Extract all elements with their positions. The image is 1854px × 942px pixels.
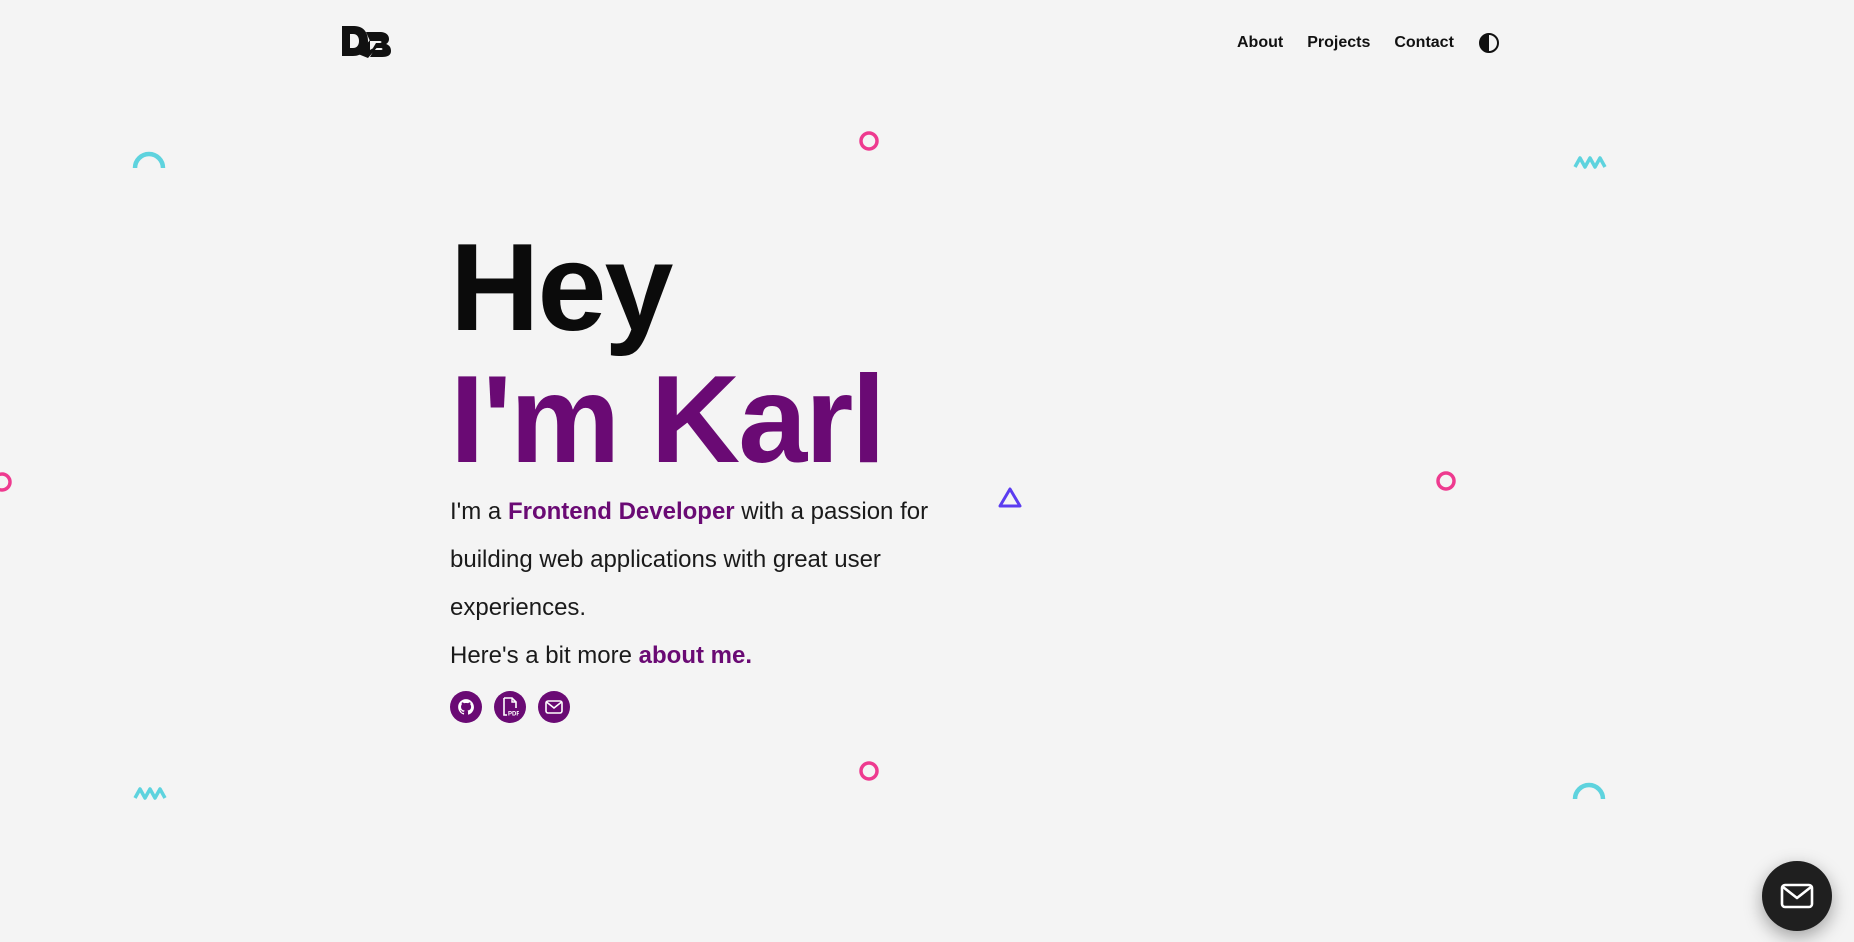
more-prefix: Here's a bit more [450,642,639,669]
resume-pdf-button[interactable]: PDF [494,691,526,723]
pink-ring-icon [1436,471,1456,491]
intro-prefix: I'm a [450,498,508,525]
github-button[interactable] [450,691,482,723]
github-icon [458,699,474,715]
hero-section: Hey I'm Karl I'm a Frontend Developer wi… [450,222,970,723]
hero-greeting: Hey [450,219,673,357]
hero-intro: I'm a Frontend Developer with a passion … [450,488,950,632]
mail-icon [545,700,563,714]
cyan-arc-icon [132,151,166,169]
blue-triangle-icon [998,487,1022,508]
cyan-arc-icon [1572,782,1606,800]
nav-about[interactable]: About [1237,33,1283,53]
pdf-icon: PDF [503,697,519,718]
nav-contact[interactable]: Contact [1394,33,1454,53]
social-links: PDF [450,691,970,723]
floating-contact-button[interactable] [1762,861,1832,931]
site-logo[interactable] [340,24,392,58]
theme-toggle-icon[interactable] [1478,32,1500,54]
email-button[interactable] [538,691,570,723]
cyan-zigzag-icon [133,787,167,800]
mail-icon [1780,883,1814,909]
intro-highlight: Frontend Developer [507,498,735,525]
pink-ring-icon [859,131,879,151]
about-me-link[interactable]: about me. [639,642,752,669]
cyan-zigzag-icon [1573,156,1607,169]
logo-icon [342,26,391,58]
hero-name: I'm Karl [450,351,886,489]
hero-more: Here's a bit more about me. [450,632,970,680]
svg-text:PDF: PDF [508,712,519,718]
pink-ring-icon [0,472,12,492]
nav-projects[interactable]: Projects [1307,33,1370,53]
main-nav: About Projects Contact [1237,32,1500,54]
pink-ring-icon [859,761,879,781]
